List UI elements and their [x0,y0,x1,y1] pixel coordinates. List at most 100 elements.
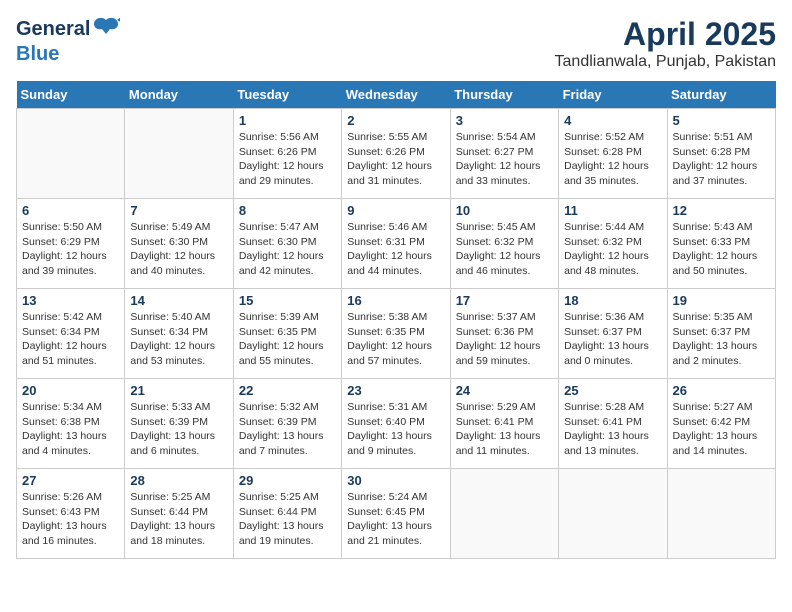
day-info: Sunrise: 5:31 AM Sunset: 6:40 PM Dayligh… [347,400,444,459]
logo-blue: Blue [16,43,59,65]
day-info: Sunrise: 5:36 AM Sunset: 6:37 PM Dayligh… [564,310,661,369]
day-info: Sunrise: 5:46 AM Sunset: 6:31 PM Dayligh… [347,220,444,279]
day-info: Sunrise: 5:38 AM Sunset: 6:35 PM Dayligh… [347,310,444,369]
day-number: 22 [239,383,336,398]
day-info: Sunrise: 5:50 AM Sunset: 6:29 PM Dayligh… [22,220,119,279]
logo-general: General [16,18,90,41]
calendar-cell: 8 Sunrise: 5:47 AM Sunset: 6:30 PM Daylig… [233,199,341,289]
day-number: 11 [564,203,661,218]
day-number: 21 [130,383,227,398]
day-number: 18 [564,293,661,308]
month-title: April 2025 [555,16,776,53]
day-info: Sunrise: 5:25 AM Sunset: 6:44 PM Dayligh… [130,490,227,549]
day-number: 6 [22,203,119,218]
week-row-1: 1Sunrise: 5:56 AM Sunset: 6:26 PM Daylig… [17,109,776,199]
header-day-thursday: Thursday [450,81,558,109]
day-info: Sunrise: 5:37 AM Sunset: 6:36 PM Dayligh… [456,310,553,369]
calendar-cell: 30 Sunrise: 5:24 AM Sunset: 6:45 PM Dayli… [342,469,450,559]
day-number: 5 [673,113,770,128]
header: General Blue April 2025 Tandlianwala, Pu… [16,16,776,71]
calendar-cell: 12Sunrise: 5:43 AM Sunset: 6:33 PM Dayli… [667,199,775,289]
calendar-cell: 16 Sunrise: 5:38 AM Sunset: 6:35 PM Dayli… [342,289,450,379]
calendar-cell: 13 Sunrise: 5:42 AM Sunset: 6:34 PM Dayli… [17,289,125,379]
day-info: Sunrise: 5:47 AM Sunset: 6:30 PM Dayligh… [239,220,336,279]
day-number: 8 [239,203,336,218]
day-info: Sunrise: 5:24 AM Sunset: 6:45 PM Dayligh… [347,490,444,549]
calendar-cell: 7Sunrise: 5:49 AM Sunset: 6:30 PM Daylig… [125,199,233,289]
calendar-cell: 22Sunrise: 5:32 AM Sunset: 6:39 PM Dayli… [233,379,341,469]
day-number: 23 [347,383,444,398]
day-info: Sunrise: 5:54 AM Sunset: 6:27 PM Dayligh… [456,130,553,189]
day-number: 2 [347,113,444,128]
title-area: April 2025 Tandlianwala, Punjab, Pakista… [555,16,776,71]
calendar-cell [450,469,558,559]
calendar-cell: 4 Sunrise: 5:52 AM Sunset: 6:28 PM Daylig… [559,109,667,199]
week-row-4: 20 Sunrise: 5:34 AM Sunset: 6:38 PM Dayli… [17,379,776,469]
calendar-cell: 23 Sunrise: 5:31 AM Sunset: 6:40 PM Dayli… [342,379,450,469]
day-info: Sunrise: 5:28 AM Sunset: 6:41 PM Dayligh… [564,400,661,459]
logo-bird-icon [92,16,120,43]
day-number: 3 [456,113,553,128]
calendar-cell: 15 Sunrise: 5:39 AM Sunset: 6:35 PM Dayli… [233,289,341,379]
day-number: 17 [456,293,553,308]
calendar-cell: 20 Sunrise: 5:34 AM Sunset: 6:38 PM Dayli… [17,379,125,469]
day-info: Sunrise: 5:49 AM Sunset: 6:30 PM Dayligh… [130,220,227,279]
day-number: 9 [347,203,444,218]
day-info: Sunrise: 5:27 AM Sunset: 6:42 PM Dayligh… [673,400,770,459]
calendar-cell: 11 Sunrise: 5:44 AM Sunset: 6:32 PM Dayli… [559,199,667,289]
day-number: 4 [564,113,661,128]
day-number: 10 [456,203,553,218]
calendar-cell: 28 Sunrise: 5:25 AM Sunset: 6:44 PM Dayli… [125,469,233,559]
day-info: Sunrise: 5:29 AM Sunset: 6:41 PM Dayligh… [456,400,553,459]
calendar-cell: 5 Sunrise: 5:51 AM Sunset: 6:28 PM Daylig… [667,109,775,199]
day-number: 14 [130,293,227,308]
day-info: Sunrise: 5:34 AM Sunset: 6:38 PM Dayligh… [22,400,119,459]
calendar-cell: 21 Sunrise: 5:33 AM Sunset: 6:39 PM Dayli… [125,379,233,469]
week-row-5: 27 Sunrise: 5:26 AM Sunset: 6:43 PM Dayli… [17,469,776,559]
day-number: 19 [673,293,770,308]
calendar-cell [559,469,667,559]
calendar-cell: 26Sunrise: 5:27 AM Sunset: 6:42 PM Dayli… [667,379,775,469]
day-info: Sunrise: 5:39 AM Sunset: 6:35 PM Dayligh… [239,310,336,369]
day-number: 20 [22,383,119,398]
day-info: Sunrise: 5:44 AM Sunset: 6:32 PM Dayligh… [564,220,661,279]
day-info: Sunrise: 5:33 AM Sunset: 6:39 PM Dayligh… [130,400,227,459]
calendar-cell: 18 Sunrise: 5:36 AM Sunset: 6:37 PM Dayli… [559,289,667,379]
calendar-cell: 27 Sunrise: 5:26 AM Sunset: 6:43 PM Dayli… [17,469,125,559]
calendar-cell: 19 Sunrise: 5:35 AM Sunset: 6:37 PM Dayli… [667,289,775,379]
header-day-friday: Friday [559,81,667,109]
location-title: Tandlianwala, Punjab, Pakistan [555,53,776,71]
day-number: 16 [347,293,444,308]
calendar-cell: 17 Sunrise: 5:37 AM Sunset: 6:36 PM Dayli… [450,289,558,379]
day-info: Sunrise: 5:52 AM Sunset: 6:28 PM Dayligh… [564,130,661,189]
calendar-cell: 1Sunrise: 5:56 AM Sunset: 6:26 PM Daylig… [233,109,341,199]
day-info: Sunrise: 5:35 AM Sunset: 6:37 PM Dayligh… [673,310,770,369]
day-info: Sunrise: 5:42 AM Sunset: 6:34 PM Dayligh… [22,310,119,369]
day-info: Sunrise: 5:55 AM Sunset: 6:26 PM Dayligh… [347,130,444,189]
day-number: 27 [22,473,119,488]
header-day-saturday: Saturday [667,81,775,109]
day-number: 25 [564,383,661,398]
logo: General Blue [16,16,120,66]
week-row-2: 6 Sunrise: 5:50 AM Sunset: 6:29 PM Daylig… [17,199,776,289]
calendar-cell: 24Sunrise: 5:29 AM Sunset: 6:41 PM Dayli… [450,379,558,469]
header-day-sunday: Sunday [17,81,125,109]
day-info: Sunrise: 5:40 AM Sunset: 6:34 PM Dayligh… [130,310,227,369]
day-number: 12 [673,203,770,218]
calendar-cell: 29Sunrise: 5:25 AM Sunset: 6:44 PM Dayli… [233,469,341,559]
calendar-header-row: SundayMondayTuesdayWednesdayThursdayFrid… [17,81,776,109]
day-number: 1 [239,113,336,128]
day-number: 15 [239,293,336,308]
day-info: Sunrise: 5:26 AM Sunset: 6:43 PM Dayligh… [22,490,119,549]
day-number: 29 [239,473,336,488]
calendar-cell: 3 Sunrise: 5:54 AM Sunset: 6:27 PM Daylig… [450,109,558,199]
day-number: 28 [130,473,227,488]
day-number: 30 [347,473,444,488]
day-info: Sunrise: 5:45 AM Sunset: 6:32 PM Dayligh… [456,220,553,279]
day-number: 13 [22,293,119,308]
day-info: Sunrise: 5:51 AM Sunset: 6:28 PM Dayligh… [673,130,770,189]
header-day-monday: Monday [125,81,233,109]
header-day-wednesday: Wednesday [342,81,450,109]
calendar-cell: 10 Sunrise: 5:45 AM Sunset: 6:32 PM Dayli… [450,199,558,289]
calendar-table: SundayMondayTuesdayWednesdayThursdayFrid… [16,81,776,559]
